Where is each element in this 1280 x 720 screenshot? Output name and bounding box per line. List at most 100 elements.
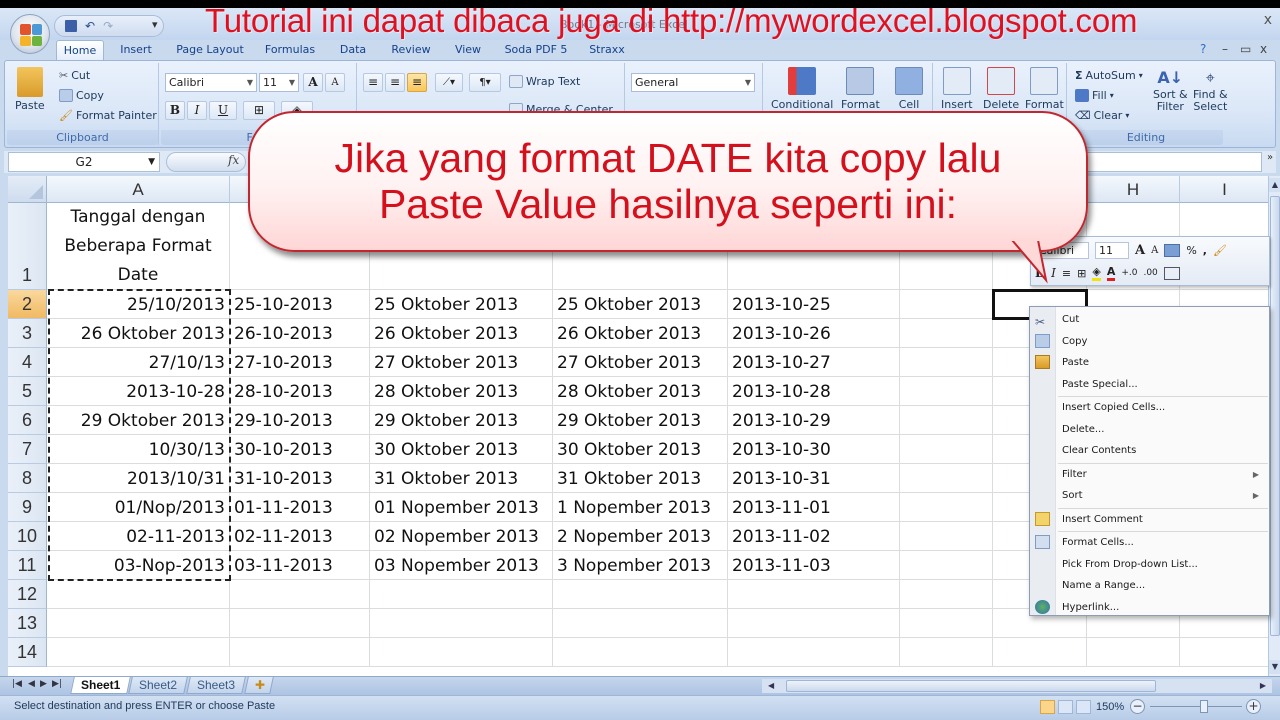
cell-b2[interactable]: 25-10-2013 xyxy=(230,290,370,319)
cell-f13[interactable] xyxy=(900,609,993,638)
mini-grow-font-button[interactable]: A xyxy=(1135,243,1145,258)
zoom-slider-thumb[interactable] xyxy=(1199,700,1208,713)
cell-f8[interactable] xyxy=(900,464,993,493)
accounting-format-icon[interactable] xyxy=(1164,243,1181,257)
mini-comma-button[interactable]: , xyxy=(1203,244,1207,257)
cell-c2[interactable]: 25 Oktober 2013 xyxy=(370,290,553,319)
context-menu-item-paste[interactable]: Paste xyxy=(1030,352,1269,373)
cell-b9[interactable]: 01-11-2013 xyxy=(230,493,370,522)
wrap-text-button[interactable]: Wrap Text xyxy=(509,75,580,88)
tab-home[interactable]: Home xyxy=(56,40,104,60)
office-button[interactable] xyxy=(10,14,50,54)
copy-button[interactable]: Copy xyxy=(59,89,104,102)
tab-review[interactable]: Review xyxy=(384,40,438,60)
cell-d5[interactable]: 28 Oktober 2013 xyxy=(553,377,728,406)
tab-soda-pdf[interactable]: Soda PDF 5 xyxy=(500,40,572,60)
tab-formulas[interactable]: Formulas xyxy=(258,40,322,60)
paste-button[interactable]: Paste xyxy=(15,67,45,112)
cell-c8[interactable]: 31 Oktober 2013 xyxy=(370,464,553,493)
format-cells-button[interactable]: Format xyxy=(1025,67,1064,111)
mini-italic-button[interactable]: I xyxy=(1051,266,1056,280)
cell-e3[interactable]: 2013-10-26 xyxy=(728,319,900,348)
cell-a4[interactable]: 27/10/13 xyxy=(47,348,230,377)
mini-fill-color-icon[interactable]: ◈ xyxy=(1092,265,1101,281)
mini-increase-decimal-button[interactable]: +.0 xyxy=(1121,268,1137,278)
expand-formula-bar-icon[interactable]: » xyxy=(1264,152,1276,172)
cell-c13[interactable] xyxy=(370,609,553,638)
cell-f7[interactable] xyxy=(900,435,993,464)
cell-e5[interactable]: 2013-10-28 xyxy=(728,377,900,406)
cell-i14[interactable] xyxy=(1180,638,1268,667)
close-window-button[interactable]: x xyxy=(1264,12,1272,28)
cell-c10[interactable]: 02 Nopember 2013 xyxy=(370,522,553,551)
row-header-12[interactable]: 12 xyxy=(8,580,47,609)
cell-a11[interactable]: 03-Nop-2013 xyxy=(47,551,230,580)
cell-e8[interactable]: 2013-10-31 xyxy=(728,464,900,493)
align-top-button[interactable]: ≡ xyxy=(363,73,383,92)
orientation-button[interactable]: ⟋▾ xyxy=(435,73,463,92)
cell-e12[interactable] xyxy=(728,580,900,609)
cell-e6[interactable]: 2013-10-29 xyxy=(728,406,900,435)
cell-b10[interactable]: 02-11-2013 xyxy=(230,522,370,551)
cell-d12[interactable] xyxy=(553,580,728,609)
close-doc-button[interactable]: x xyxy=(1260,42,1267,56)
fill-button[interactable]: Fill ▾ xyxy=(1075,89,1114,102)
cell-d14[interactable] xyxy=(553,638,728,667)
context-menu-item-clear-contents[interactable]: Clear Contents xyxy=(1030,440,1269,461)
cell-f9[interactable] xyxy=(900,493,993,522)
cell-a3[interactable]: 26 Oktober 2013 xyxy=(47,319,230,348)
row-header-10[interactable]: 10 xyxy=(8,522,47,551)
clear-button[interactable]: ⌫ Clear ▾ xyxy=(1075,109,1129,122)
row-header-9[interactable]: 9 xyxy=(8,493,47,522)
cell-a5[interactable]: 2013-10-28 xyxy=(47,377,230,406)
cell-c5[interactable]: 28 Oktober 2013 xyxy=(370,377,553,406)
tab-straxx[interactable]: Straxx xyxy=(582,40,632,60)
row-header-14[interactable]: 14 xyxy=(8,638,47,667)
next-sheet-icon[interactable]: ▶ xyxy=(40,679,47,689)
last-sheet-icon[interactable]: ▶| xyxy=(52,679,62,689)
cell-f6[interactable] xyxy=(900,406,993,435)
cell-c9[interactable]: 01 Nopember 2013 xyxy=(370,493,553,522)
align-middle-button[interactable]: ≡ xyxy=(385,73,405,92)
context-menu-item-delete[interactable]: Delete... xyxy=(1030,419,1269,440)
row-header-2[interactable]: 2 xyxy=(8,290,47,319)
cut-button[interactable]: ✂ Cut xyxy=(59,69,90,82)
underline-button[interactable]: U xyxy=(209,101,237,120)
cell-b13[interactable] xyxy=(230,609,370,638)
cell-a14[interactable] xyxy=(47,638,230,667)
zoom-level[interactable]: 150% xyxy=(1096,701,1124,713)
cell-e13[interactable] xyxy=(728,609,900,638)
select-all-button[interactable] xyxy=(8,176,47,203)
cell-c11[interactable]: 03 Nopember 2013 xyxy=(370,551,553,580)
vertical-scroll-thumb[interactable] xyxy=(1270,196,1280,636)
context-menu-item-insert-comment[interactable]: Insert Comment xyxy=(1030,509,1269,530)
column-header-i[interactable]: I xyxy=(1180,176,1268,203)
cell-a9[interactable]: 01/Nop/2013 xyxy=(47,493,230,522)
insert-function-icon[interactable]: fx xyxy=(228,153,239,167)
cell-d8[interactable]: 31 Oktober 2013 xyxy=(553,464,728,493)
minimize-doc-button[interactable]: – xyxy=(1222,42,1228,56)
cell-f14[interactable] xyxy=(900,638,993,667)
row-header-1[interactable]: 1 xyxy=(8,203,47,290)
cell-f4[interactable] xyxy=(900,348,993,377)
tab-insert[interactable]: Insert xyxy=(112,40,160,60)
text-direction-button[interactable]: ¶▾ xyxy=(469,73,501,92)
font-size-select[interactable]: 11 ▼ xyxy=(259,73,299,92)
row-header-7[interactable]: 7 xyxy=(8,435,47,464)
zoom-in-button[interactable]: + xyxy=(1246,699,1261,714)
customize-qat-icon[interactable]: ▾ xyxy=(152,18,158,31)
font-name-select[interactable]: Calibri ▼ xyxy=(165,73,257,92)
cell-c6[interactable]: 29 Oktober 2013 xyxy=(370,406,553,435)
tab-page-layout[interactable]: Page Layout xyxy=(170,40,250,60)
cell-f2[interactable] xyxy=(900,290,993,319)
cell-b3[interactable]: 26-10-2013 xyxy=(230,319,370,348)
restore-doc-button[interactable]: ▭ xyxy=(1240,42,1251,56)
format-painter-button[interactable]: 🖌 Format Painter xyxy=(59,109,157,122)
context-menu-item-format-cells[interactable]: Format Cells... xyxy=(1030,532,1269,553)
cell-e10[interactable]: 2013-11-02 xyxy=(728,522,900,551)
cell-c12[interactable] xyxy=(370,580,553,609)
mini-format-painter-icon[interactable]: 🖌 xyxy=(1213,244,1227,257)
align-bottom-button[interactable]: ≡ xyxy=(407,73,427,92)
cell-a13[interactable] xyxy=(47,609,230,638)
sheet-tab-sheet1[interactable]: Sheet1 xyxy=(70,677,132,694)
